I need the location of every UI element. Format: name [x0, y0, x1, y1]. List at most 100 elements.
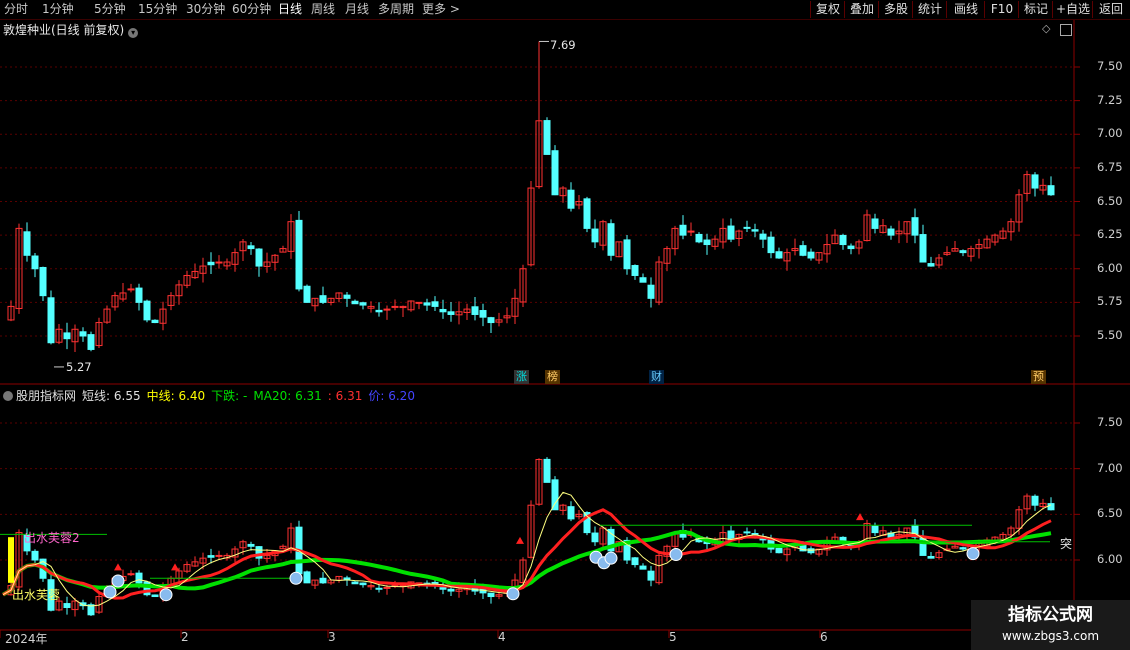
indicator-y-tick-label: 7.00: [1097, 460, 1123, 475]
candle-body: [1031, 495, 1039, 506]
candle-body: [247, 543, 255, 547]
candle-body: [215, 554, 223, 557]
candle-body: [439, 587, 447, 590]
annotation-bottom: 出水芙蓉: [12, 588, 61, 602]
candle-body: [215, 261, 223, 264]
red-line-value: : 6.31: [327, 389, 363, 403]
candle-body: [775, 547, 783, 554]
indicator-name: 股朋指标网: [16, 389, 77, 403]
rank-marker-text: 榜: [547, 370, 558, 383]
candle-body: [479, 310, 487, 318]
up-arrow-signal: [516, 536, 524, 544]
main-y-tick-label: 6.25: [1097, 227, 1123, 242]
candle-body: [543, 458, 551, 483]
candle-body: [551, 150, 559, 196]
buy-signal-ball: [604, 551, 618, 565]
indicator-menu-icon[interactable]: [3, 391, 13, 401]
date-label-feb: 2: [181, 630, 189, 644]
candle-body: [567, 189, 575, 209]
candle-body: [679, 224, 687, 236]
buy-signal-ball: [966, 547, 980, 561]
buy-signal-ball: [289, 571, 303, 585]
watermark-url: www.zbgs3.com: [1001, 629, 1100, 643]
date-label-apr: 4: [498, 630, 506, 644]
main-y-tick-label: 6.50: [1097, 193, 1123, 208]
candle-body: [447, 588, 455, 592]
candle-body: [63, 332, 71, 340]
main-y-tick-label: 7.00: [1097, 126, 1123, 141]
candle-body: [423, 302, 431, 306]
candle-body: [583, 198, 591, 229]
candle-body: [639, 565, 647, 570]
candle-body: [135, 572, 143, 584]
limit-up-marker-text: 涨: [516, 370, 527, 383]
candle-body: [1031, 174, 1039, 189]
price-value: 价: 6.20: [368, 389, 415, 403]
up-arrow-signal: [114, 563, 122, 571]
candle-body: [47, 297, 55, 344]
candle-body: [751, 229, 759, 232]
candle-body: [391, 305, 399, 308]
candle-body: [887, 228, 895, 236]
candle-body: [351, 581, 359, 585]
candle-body: [31, 255, 39, 270]
limit-up-marker[interactable]: 涨: [514, 370, 529, 384]
candle-body: [207, 555, 215, 558]
candle-body: [295, 219, 303, 290]
candle-body: [343, 294, 351, 299]
main-y-tick-label: 7.50: [1097, 59, 1123, 73]
candle-body: [487, 592, 495, 598]
candle-body: [695, 233, 703, 243]
date-label-jun: 6: [820, 630, 828, 644]
candle-body: [255, 248, 263, 267]
buy-signal-ball: [159, 588, 173, 602]
high-price-label: 7.69: [550, 38, 576, 52]
candle-body: [487, 317, 495, 324]
candle-body: [375, 309, 383, 313]
buy-signal-ball: [506, 587, 520, 601]
short-line-value: 短线: 6.55: [82, 389, 141, 403]
candle-body: [151, 319, 159, 324]
candle-body: [687, 230, 695, 233]
indicator-y-tick-label: 6.00: [1097, 552, 1123, 566]
buy-signal-ball: [669, 548, 683, 562]
date-label-2024: 2024年: [5, 632, 48, 646]
indicator-title[interactable]: 股朋指标网 短线: 6.55 中线: 6.40 下跌: - MA20: 6.31: 6.…: [3, 387, 421, 404]
main-y-tick-label: 5.50: [1097, 328, 1123, 342]
candle-body: [551, 479, 559, 511]
candle-body: [911, 217, 919, 236]
candle-body: [799, 245, 807, 256]
low-price-label: 5.27: [66, 360, 92, 374]
annotation-right: 突: [1060, 537, 1073, 551]
candle-body: [135, 287, 143, 303]
candle-body: [447, 311, 455, 315]
candle-body: [703, 239, 711, 246]
candle-body: [23, 231, 31, 256]
watermark-title: 指标公式网: [1008, 605, 1093, 625]
buy-signal-ball: [103, 585, 117, 599]
candle-body: [607, 223, 615, 256]
candle-body: [143, 300, 151, 321]
finance-marker-text: 财: [651, 370, 662, 383]
date-label-mar: 3: [328, 630, 336, 644]
candle-body: [415, 301, 423, 304]
kline-chart[interactable]: [0, 0, 1130, 650]
forecast-marker[interactable]: 预: [1031, 370, 1046, 384]
candle-body: [1047, 503, 1055, 511]
candle-body: [839, 234, 847, 246]
candle-body: [727, 225, 735, 240]
candle-body: [623, 239, 631, 270]
candle-body: [31, 550, 39, 561]
candle-body: [927, 555, 935, 559]
annotation-top: 出水芙蓉2: [24, 531, 80, 545]
main-y-tick-label: 5.75: [1097, 294, 1123, 309]
mid-line-value: 中线: 6.40: [146, 389, 206, 403]
down-value: 下跌: -: [211, 389, 248, 403]
main-y-tick-label: 7.25: [1097, 92, 1123, 107]
candle-body: [631, 557, 639, 566]
finance-marker[interactable]: 财: [649, 370, 664, 384]
candle-body: [87, 334, 95, 350]
candle-body: [647, 284, 655, 299]
rank-marker[interactable]: 榜: [545, 370, 560, 384]
candle-body: [927, 263, 935, 267]
